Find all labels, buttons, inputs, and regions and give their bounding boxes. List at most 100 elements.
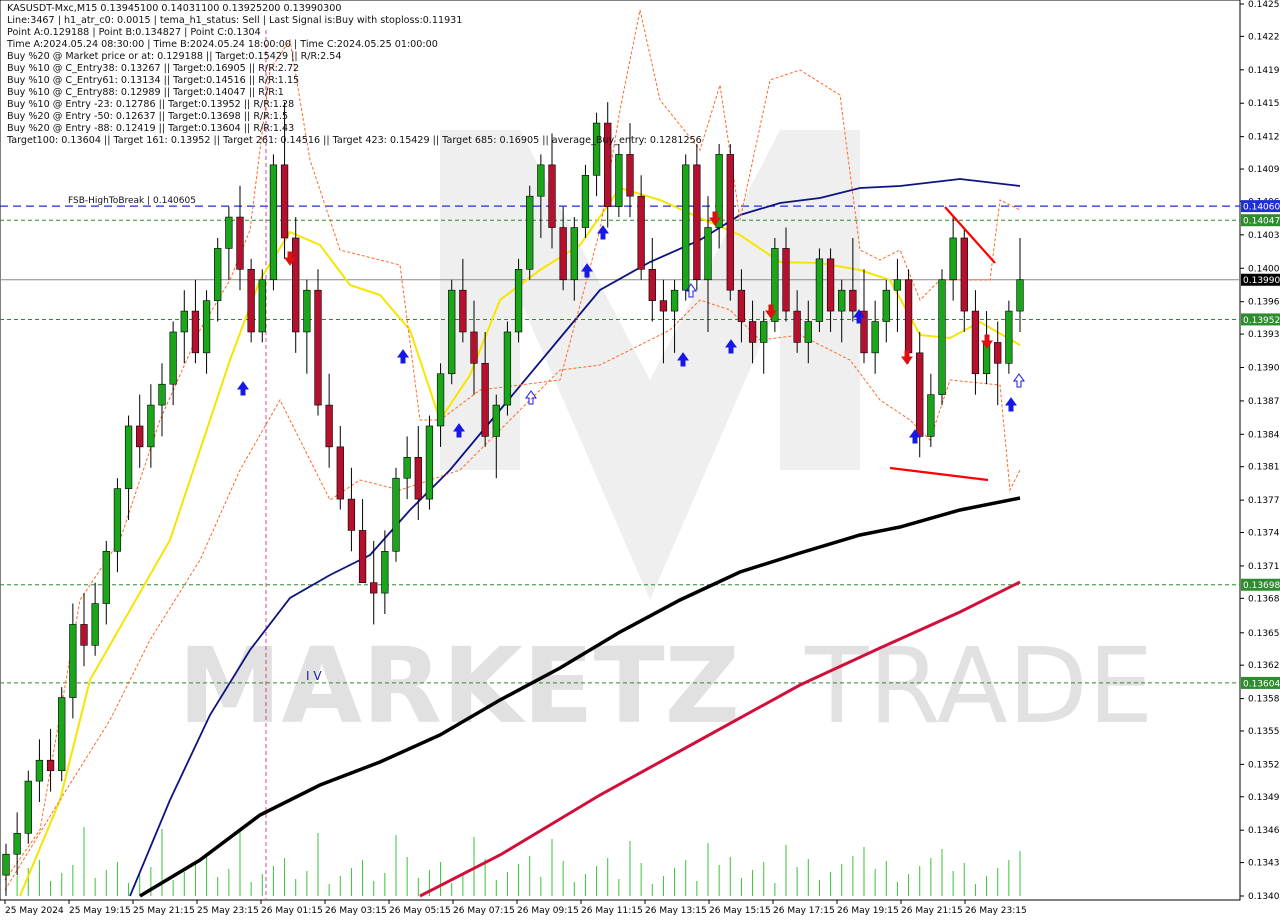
candle-body xyxy=(904,279,913,354)
candle-body xyxy=(481,363,489,437)
candle-body xyxy=(838,289,846,312)
candle-body xyxy=(748,321,757,343)
candle-body xyxy=(280,164,289,239)
info-line: Buy %20 @ Entry -88: 0.12419 || Target:0… xyxy=(7,123,295,134)
y-tick-label: 0.14096 xyxy=(1248,165,1280,175)
candle-body xyxy=(804,321,812,343)
candle-body xyxy=(392,477,400,552)
candle-body xyxy=(414,457,422,500)
candle-body xyxy=(258,279,266,333)
candle-body xyxy=(693,164,701,281)
candle-body xyxy=(191,310,200,354)
y-tick-label: 0.14033 xyxy=(1248,231,1280,241)
y-tick-label: 0.13874 xyxy=(1248,397,1280,407)
candle-body xyxy=(737,289,746,322)
x-tick-label: 26 May 17:15 xyxy=(773,906,835,916)
level-label-target-261: 0.13952 xyxy=(1243,316,1280,326)
x-tick-label: 26 May 13:15 xyxy=(645,906,707,916)
fsb-label: FSB-HighToBreak | 0.140605 xyxy=(68,196,196,206)
x-tick-label: 25 May 23:15 xyxy=(197,906,259,916)
candle-body xyxy=(358,530,367,583)
y-tick-label: 0.13716 xyxy=(1248,562,1280,572)
info-line: Point A:0.129188 | Point B:0.134827 | Po… xyxy=(7,27,261,38)
candle-body xyxy=(2,853,10,876)
candle-body xyxy=(225,216,233,249)
y-tick-label: 0.13400 xyxy=(1248,892,1280,902)
candle-body xyxy=(815,258,824,322)
candle-body xyxy=(615,154,623,207)
level-label-target-685: 0.14047 xyxy=(1243,217,1280,227)
candle-body xyxy=(202,300,211,354)
candle-body xyxy=(136,425,144,448)
candle-body xyxy=(158,383,166,406)
y-tick-label: 0.14159 xyxy=(1248,99,1280,109)
y-tick-label: 0.13938 xyxy=(1248,330,1280,340)
level-label-FSB-HighToBreak: 0.14060 xyxy=(1243,203,1280,213)
candle-body xyxy=(214,248,222,301)
y-tick-label: 0.14127 xyxy=(1248,133,1280,143)
candle-body xyxy=(436,373,445,427)
candle-body xyxy=(1005,310,1013,364)
info-line: Time A:2024.05.24 08:30:00 | Time B:2024… xyxy=(7,39,438,50)
candle-body xyxy=(648,269,656,301)
candle-body xyxy=(35,759,44,782)
y-tick-label: 0.13495 xyxy=(1248,793,1280,803)
candle-body xyxy=(425,425,434,500)
info-line: Buy %10 @ Entry -23: 0.12786 || Target:0… xyxy=(7,99,295,110)
x-tick-label: 26 May 11:15 xyxy=(581,906,643,916)
candle-body xyxy=(124,425,133,489)
y-tick-label: 0.13621 xyxy=(1248,661,1280,671)
y-tick-label: 0.13432 xyxy=(1248,859,1280,869)
candle-body xyxy=(403,457,411,479)
candle-body xyxy=(659,300,668,312)
y-tick-label: 0.13906 xyxy=(1248,363,1280,373)
candle-body xyxy=(236,216,244,270)
candle-body xyxy=(69,624,77,698)
candle-body xyxy=(726,154,734,291)
candle-body xyxy=(782,248,790,312)
x-tick-label: 25 May 21:15 xyxy=(133,906,195,916)
candle-body xyxy=(916,352,924,437)
candle-body xyxy=(102,551,110,604)
candle-body xyxy=(58,697,66,771)
candle-body xyxy=(370,582,378,594)
candle-body xyxy=(470,331,478,364)
y-tick-label: 0.13463 xyxy=(1248,826,1280,836)
info-line: Buy %10 @ C_Entry88: 0.12989 || Target:0… xyxy=(7,87,284,98)
y-tick-label: 0.14001 xyxy=(1248,264,1280,274)
info-line: Buy %20 @ Market price or at: 0.129188 |… xyxy=(7,51,342,62)
candle-body xyxy=(570,227,578,281)
candle-body xyxy=(492,404,500,437)
y-tick-label: 0.14223 xyxy=(1248,32,1280,42)
candle-body xyxy=(180,310,188,333)
candle-body xyxy=(682,164,690,291)
candle-body xyxy=(949,237,957,281)
candle-body xyxy=(849,289,857,312)
candle-body xyxy=(526,195,534,270)
x-tick-label: 26 May 19:15 xyxy=(837,906,899,916)
y-tick-label: 0.13779 xyxy=(1248,496,1280,506)
candle-body xyxy=(882,289,890,322)
candle-body xyxy=(960,237,968,312)
x-tick-label: 26 May 01:15 xyxy=(261,906,323,916)
candle-body xyxy=(24,780,32,834)
candle-body xyxy=(147,404,155,448)
y-tick-label: 0.13685 xyxy=(1248,594,1280,604)
x-tick-label: 26 May 15:15 xyxy=(709,906,771,916)
level-label-target-161: 0.13698 xyxy=(1243,581,1280,591)
info-line: Buy %20 @ Entry -50: 0.12637 || Target:0… xyxy=(7,111,289,122)
candle-body xyxy=(626,154,634,197)
chart-window: MARKETZ TRADE 0.14254 0.14223 0.14191 0.14159… xyxy=(0,0,1280,920)
y-tick-label: 0.13558 xyxy=(1248,727,1280,737)
candle-body xyxy=(13,833,21,855)
candle-body xyxy=(938,279,946,395)
info-line: KASUSDT-Mxc,M15 0.13945100 0.14031100 0.… xyxy=(7,3,342,14)
y-tick-label: 0.13969 xyxy=(1248,298,1280,308)
info-line: Target100: 0.13604 || Target 161: 0.1395… xyxy=(7,135,702,146)
info-line: Line:3467 | h1_atr_c0: 0.0015 | tema_h1_… xyxy=(7,15,463,26)
candle-body xyxy=(581,174,590,228)
candle-body xyxy=(793,310,801,343)
candle-body xyxy=(592,122,601,176)
candle-body xyxy=(292,237,300,333)
candle-body xyxy=(927,394,935,437)
